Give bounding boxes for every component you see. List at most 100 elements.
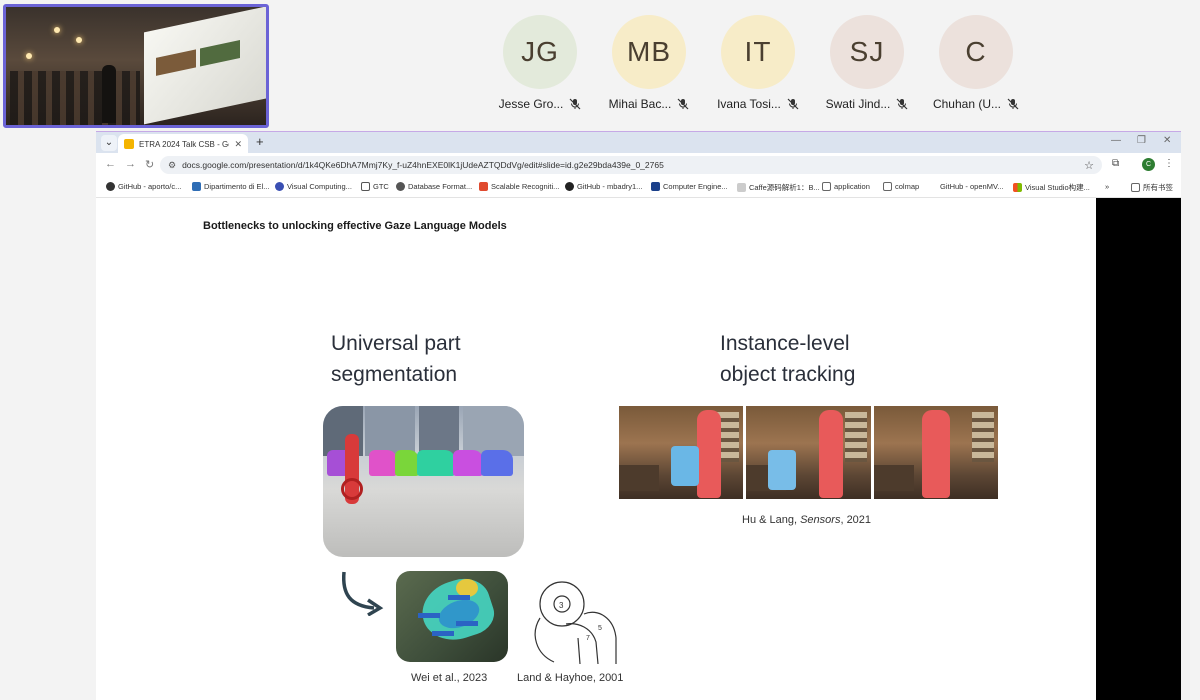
github-icon (565, 182, 574, 191)
shared-browser-window: ⌄ ETRA 2024 Talk CSB - Google ✕ + — ❐ ✕ … (96, 131, 1181, 700)
tracked-chair (671, 446, 699, 486)
bookshelf (971, 412, 994, 462)
bookmark-item[interactable]: Computer Engine... (651, 182, 728, 191)
participant-name: Mihai Bac... (608, 97, 672, 111)
globe-icon (396, 182, 405, 191)
ceiling-light (76, 37, 82, 43)
part-label (418, 613, 440, 618)
restore-icon[interactable]: ❐ (1137, 135, 1146, 146)
back-arrow-icon[interactable]: ← (105, 158, 116, 170)
projected-image (156, 49, 196, 76)
participant-name: Swati Jind... (825, 97, 891, 111)
curved-arrow-icon (341, 571, 384, 616)
participant-name: Ivana Tosi... (717, 97, 781, 111)
speaker-figure (102, 65, 116, 123)
left-heading: Universal part segmentation (331, 328, 461, 390)
mic-muted-icon (896, 98, 908, 110)
more-bookmarks-button[interactable]: » (1105, 182, 1109, 191)
site-info-icon[interactable]: ⚙ (168, 160, 176, 171)
svg-text:5: 5 (598, 625, 602, 632)
letterbox-bar (1096, 198, 1181, 700)
tracking-frame (619, 406, 744, 499)
participant-tile[interactable]: IT Ivana Tosi... (704, 15, 812, 111)
bookmark-item[interactable]: Database Format... (396, 182, 472, 191)
citation-hu-lang: Hu & Lang, Sensors, 2021 (742, 514, 872, 526)
all-bookmarks-folder[interactable]: 所有书签 (1131, 182, 1173, 193)
heading-line: segmentation (331, 363, 458, 386)
mic-muted-icon (677, 98, 689, 110)
bookmark-star-icon[interactable]: ☆ (1084, 159, 1094, 172)
folder-icon (1131, 183, 1140, 192)
building (419, 406, 459, 456)
window-close-icon[interactable]: ✕ (1163, 135, 1171, 146)
site-icon (737, 183, 746, 192)
mic-muted-icon (569, 98, 581, 110)
bookmark-item[interactable]: Caffe源码解析1：B... (737, 182, 820, 193)
site-icon (275, 182, 284, 191)
citation-land-hayhoe: Land & Hayhoe, 2001 (517, 672, 624, 684)
svg-text:7: 7 (586, 635, 590, 642)
citation-wei: Wei et al., 2023 (411, 672, 488, 684)
bookmark-item[interactable]: GitHub - openMV... (928, 182, 1004, 191)
bookmark-folder[interactable]: application (822, 182, 870, 191)
bookshelf (844, 412, 867, 462)
bookmark-item[interactable]: Visual Studio构建... (1013, 182, 1090, 193)
link-icon (361, 182, 370, 191)
folder-icon (883, 182, 892, 191)
hand-sketch-image: 3 5 7 (534, 581, 617, 665)
forward-arrow-icon[interactable]: → (125, 158, 136, 170)
github-icon (106, 182, 115, 191)
building (463, 406, 524, 456)
bookmark-folder[interactable]: colmap (883, 182, 919, 191)
site-icon (651, 182, 660, 191)
part-label (432, 631, 454, 636)
new-tab-plus-icon[interactable]: + (256, 134, 264, 149)
minimize-icon[interactable]: — (1111, 135, 1121, 146)
browser-toolbar: ← → ↻ ⚙ docs.google.com/presentation/d/1… (96, 153, 1181, 177)
participant-tile[interactable]: SJ Swati Jind... (813, 15, 921, 111)
bookmark-item[interactable]: Visual Computing... (275, 182, 352, 191)
extensions-puzzle-icon[interactable]: ⧉ (1112, 158, 1119, 169)
bookmark-item[interactable]: GitHub - aporto/c... (106, 182, 181, 191)
bookshelf (717, 412, 740, 462)
tab-strip: ⌄ ETRA 2024 Talk CSB - Google ✕ + — ❐ ✕ (96, 131, 1181, 154)
bookmark-item[interactable]: Scalable Recogniti... (479, 182, 559, 191)
participant-tile[interactable]: MB Mihai Bac... (595, 15, 703, 111)
close-icon[interactable]: ✕ (234, 139, 242, 150)
heading-line: Instance-level (720, 332, 850, 355)
projected-image (200, 39, 240, 67)
tab-search-chevron-icon[interactable]: ⌄ (101, 135, 117, 151)
tracked-chair (768, 450, 797, 490)
segmented-car (453, 450, 483, 476)
tracked-person (696, 410, 721, 498)
url-text: docs.google.com/presentation/d/1k4QKe6Dh… (182, 160, 664, 170)
profile-avatar[interactable]: C (1142, 158, 1155, 171)
reload-icon[interactable]: ↻ (145, 158, 154, 171)
menu-kebab-icon[interactable]: ⋮ (1164, 158, 1174, 169)
bookmark-item[interactable]: GTC (361, 182, 389, 191)
participant-tile[interactable]: C Chuhan (U... (922, 15, 1030, 111)
avatar: IT (721, 15, 795, 89)
heading-line: object tracking (720, 363, 856, 386)
participant-name: Chuhan (U... (932, 97, 1002, 111)
avatar: MB (612, 15, 686, 89)
presentation-slide: Bottlenecks to unlocking effective Gaze … (96, 198, 1096, 700)
tab-presentation[interactable]: ETRA 2024 Talk CSB - Google ✕ (118, 134, 248, 154)
audience-chairs (10, 71, 140, 125)
mic-muted-icon (1007, 98, 1019, 110)
avatar: SJ (830, 15, 904, 89)
segmented-car (481, 450, 513, 476)
bookmark-item[interactable]: Dipartimento di El... (192, 182, 269, 191)
visual-studio-icon (1013, 183, 1022, 192)
bookmarks-bar: GitHub - aporto/c... Dipartimento di El.… (96, 177, 1181, 198)
self-video-tile[interactable] (3, 4, 269, 128)
segmented-wheel (341, 478, 363, 500)
bookmark-item[interactable]: GitHub - mbadry1... (565, 182, 642, 191)
tab-title: ETRA 2024 Talk CSB - Google (139, 139, 229, 149)
ceiling-light (26, 53, 32, 59)
participant-tile[interactable]: JG Jesse Gro... (486, 15, 594, 111)
svg-text:3: 3 (559, 601, 564, 610)
part-label (448, 595, 470, 600)
bird-segmentation-image (396, 571, 508, 662)
address-bar[interactable]: ⚙ docs.google.com/presentation/d/1k4QKe6… (160, 156, 1102, 174)
